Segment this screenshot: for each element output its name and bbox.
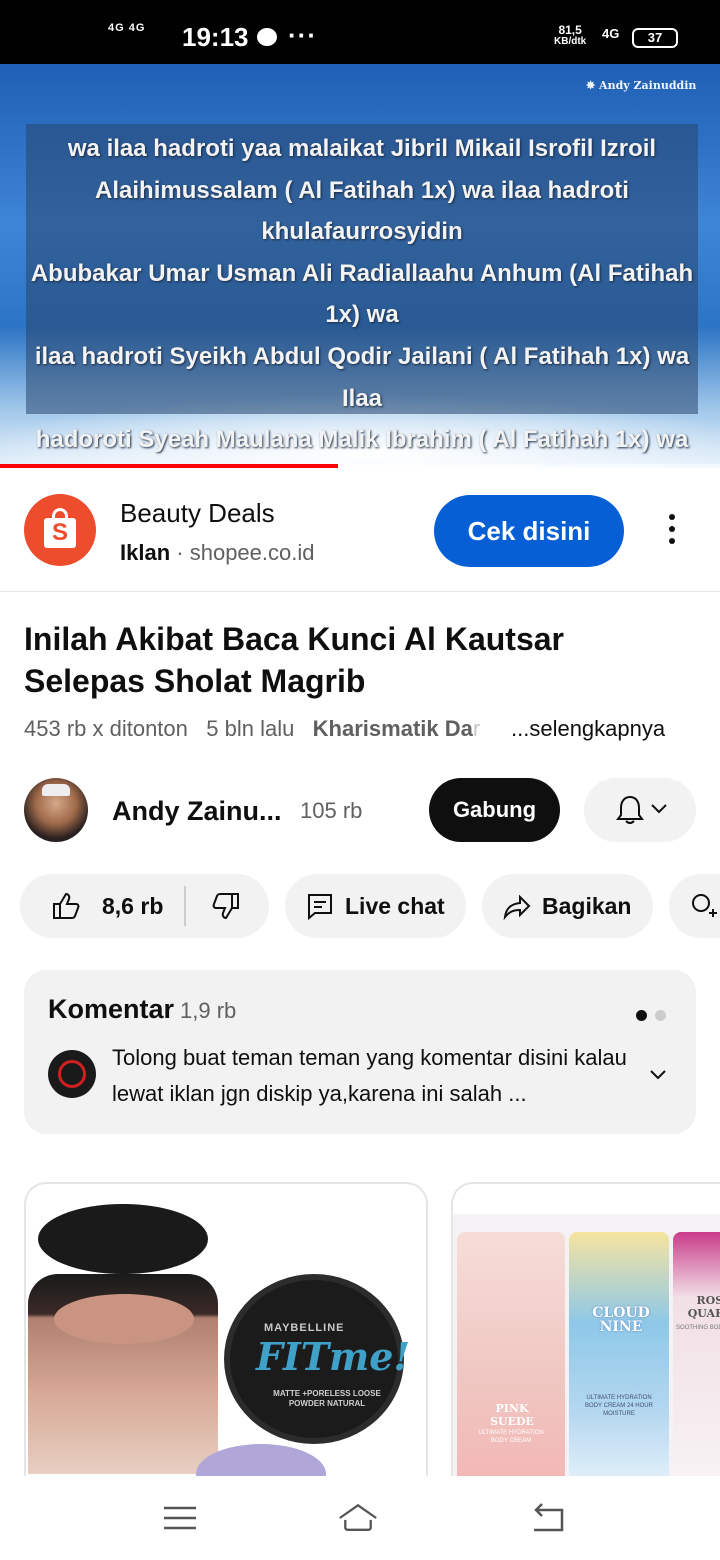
status-bar: 4G 4G 19:13 ··· 81,5 KB/dtk 4G 37	[0, 0, 720, 64]
product-name: FITme!	[256, 1334, 411, 1379]
home-icon[interactable]	[338, 1498, 378, 1538]
tube-sub-1: ULTIMATE HYDRATION BODY CREAM	[478, 1430, 544, 1444]
shopping-bag-icon: S	[44, 518, 76, 548]
share-icon	[503, 894, 531, 921]
back-icon[interactable]	[528, 1498, 568, 1538]
powder-cake-image	[54, 1294, 194, 1344]
dislike-button[interactable]	[186, 890, 242, 922]
cloud-nine-tube-image	[569, 1232, 669, 1482]
rose-quartz-tube-image	[673, 1232, 720, 1482]
compact-lid-image	[38, 1204, 208, 1274]
comments-section[interactable]: Komentar 1,9 rb Tolong buat teman teman y…	[24, 970, 696, 1134]
ad-cta-button[interactable]: Cek disini	[434, 495, 624, 567]
live-chat-label: Live chat	[345, 892, 445, 919]
share-button[interactable]: Bagikan	[482, 874, 653, 938]
thumbs-down-icon	[212, 893, 239, 920]
channel-avatar[interactable]	[24, 778, 88, 842]
overlay-line: Alaihimussalam ( Al Fatihah 1x) wa ilaa …	[95, 176, 629, 246]
show-more-link[interactable]: ...selengkapnya	[505, 716, 666, 742]
product-brand: MAYBELLINE	[264, 1322, 345, 1334]
ad-separator: ·	[176, 540, 184, 565]
network-type: 4G	[602, 26, 620, 41]
commenter-avatar[interactable]	[48, 1050, 96, 1098]
live-chat-button[interactable]: Live chat	[285, 874, 466, 938]
remix-icon	[692, 894, 717, 917]
join-button[interactable]: Gabung	[429, 778, 560, 842]
video-meta[interactable]: 453 rb x ditonton 5 bln lalu Kharismatik…	[24, 716, 704, 742]
like-count: 8,6 rb	[102, 892, 164, 919]
view-count: 453 rb x ditonton	[24, 716, 188, 741]
network-speed: 81,5 KB/dtk	[554, 24, 586, 48]
bell-icon	[616, 795, 667, 824]
thumbs-up-icon	[53, 892, 80, 919]
video-tag: Kharismatik Da	[312, 716, 473, 741]
more-options-icon[interactable]	[660, 510, 684, 550]
chat-icon	[308, 894, 332, 921]
tube-label-1: PINK SUEDE	[490, 1402, 534, 1428]
subscriber-count: 105 rb	[300, 798, 363, 823]
clock: 19:13	[182, 22, 249, 52]
tube-label-3: ROSE QUARTZ	[687, 1294, 720, 1320]
battery-indicator: 37	[632, 28, 678, 48]
network-speed-unit: KB/dtk	[554, 36, 587, 47]
overlay-line: wa ilaa hadroti yaa malaikat Jibril Mika…	[67, 135, 657, 162]
signal-indicator: 4G 4G	[108, 22, 146, 34]
video-tag-fade: r	[472, 716, 481, 741]
notification-bell-button[interactable]	[584, 778, 696, 842]
expand-chevron-icon[interactable]	[648, 1068, 668, 1082]
comments-count: 1,9 rb	[180, 998, 237, 1023]
like-dislike-chip[interactable]: 8,6 rb	[20, 874, 269, 938]
network-speed-value: 81,5	[558, 23, 582, 37]
overlay-line: hadoroti Syeah Maulana Malik Ibrahim ( A…	[35, 426, 689, 468]
system-nav-bar	[0, 1476, 720, 1560]
upload-age: 5 bln lalu	[206, 716, 295, 741]
tube-label-2: CLOUD NINE	[592, 1305, 650, 1335]
video-title[interactable]: Inilah Akibat Baca Kunci Al Kautsar Sele…	[24, 618, 664, 702]
ad-domain: shopee.co.id	[189, 540, 315, 565]
video-progress-bar[interactable]	[0, 464, 720, 468]
comments-title: Komentar	[48, 994, 175, 1024]
ad-banner[interactable]: S Beauty Deals Iklan · shopee.co.id Cek …	[0, 470, 720, 592]
top-comment-text: Tolong buat teman teman yang komentar di…	[112, 1045, 627, 1106]
remix-button[interactable]	[669, 874, 720, 938]
product-subtitle: MATTE +PORELESS LOOSE POWDER NATURAL	[273, 1389, 381, 1408]
recent-apps-icon[interactable]	[160, 1498, 200, 1538]
video-player[interactable]: ✸ Andy Zainuddin wa ilaa hadroti yaa mal…	[0, 64, 720, 468]
comments-pager-dots	[636, 1008, 674, 1026]
more-notifications-icon: ···	[288, 20, 317, 50]
video-overlay-text: wa ilaa hadroti yaa malaikat Jibril Mika…	[26, 128, 698, 468]
tube-sub-2: ULTIMATE HYDRATION BODY CREAM 24 HOUR MO…	[585, 1395, 653, 1417]
ad-subline: Iklan · shopee.co.id	[120, 540, 314, 566]
video-progress-fill	[0, 464, 339, 468]
product-card-powder[interactable]: MAYBELLINE FITme! MATTE +PORELESS LOOSE …	[24, 1182, 428, 1482]
product-card-body-cream[interactable]: PINK SUEDE CLOUD NINE ROSE QUARTZ ULTIMA…	[451, 1182, 720, 1482]
ad-title: Beauty Deals	[120, 498, 275, 528]
like-button[interactable]: 8,6 rb	[20, 886, 186, 926]
share-label: Bagikan	[542, 892, 632, 919]
channel-name[interactable]: Andy Zainu...	[112, 796, 282, 827]
overlay-line: Abubakar Umar Usman Ali Radiallaahu Anhu…	[30, 259, 694, 329]
chat-notification-icon	[257, 28, 277, 46]
shopee-logo-icon: S	[24, 494, 96, 566]
video-watermark: ✸ Andy Zainuddin	[586, 79, 697, 92]
comments-heading: Komentar 1,9 rb	[48, 994, 236, 1025]
overlay-line: ilaa hadroti Syeikh Abdul Qodir Jailani …	[34, 342, 690, 412]
ad-label: Iklan	[120, 540, 171, 565]
tube-sub-3: SOOTHING BODY CREAM	[676, 1325, 720, 1331]
